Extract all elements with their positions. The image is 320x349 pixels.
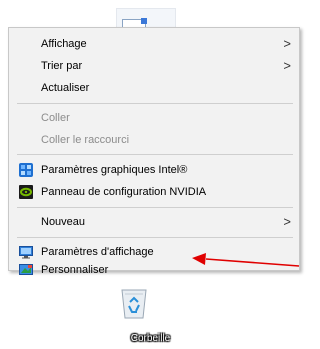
nvidia-icon (19, 185, 33, 199)
personalize-icon (19, 263, 33, 277)
submenu-arrow-icon: > (283, 214, 291, 229)
intel-graphics-icon (19, 163, 33, 177)
menu-item-nouveau[interactable]: Nouveau > (9, 211, 299, 233)
submenu-arrow-icon: > (283, 36, 291, 51)
menu-separator (17, 103, 293, 104)
menu-item-coller-raccourci: Coller le raccourci (9, 129, 299, 151)
menu-item-personnaliser[interactable]: Personnaliser (9, 259, 299, 281)
menu-separator (17, 237, 293, 238)
menu-item-label: Paramètres graphiques Intel® (41, 164, 188, 176)
menu-separator (17, 207, 293, 208)
recycle-bin-label[interactable]: Corbeille (0, 333, 301, 344)
menu-item-label: Trier par (41, 60, 83, 72)
menu-item-nvidia-panel[interactable]: Panneau de configuration NVIDIA (9, 181, 299, 203)
menu-item-label: Panneau de configuration NVIDIA (41, 186, 207, 198)
context-menu: Affichage > Trier par > Actualiser Colle… (8, 27, 300, 276)
menu-item-intel-graphics[interactable]: Paramètres graphiques Intel® (9, 159, 299, 181)
menu-item-affichage[interactable]: Affichage > (9, 33, 299, 55)
menu-item-trier-par[interactable]: Trier par > (9, 55, 299, 77)
submenu-arrow-icon: > (283, 58, 291, 73)
display-settings-icon (19, 245, 33, 259)
menu-item-label: Actualiser (41, 82, 90, 94)
menu-item-coller: Coller (9, 107, 299, 129)
menu-item-label: Nouveau (41, 216, 86, 228)
menu-separator (17, 154, 293, 155)
menu-item-actualiser[interactable]: Actualiser (9, 77, 299, 99)
menu-item-label: Personnaliser (41, 264, 109, 276)
menu-item-label: Affichage (41, 38, 87, 50)
menu-item-label: Coller le raccourci (41, 134, 130, 146)
menu-item-label: Coller (41, 112, 70, 124)
recycle-bin-icon[interactable] (119, 286, 149, 320)
